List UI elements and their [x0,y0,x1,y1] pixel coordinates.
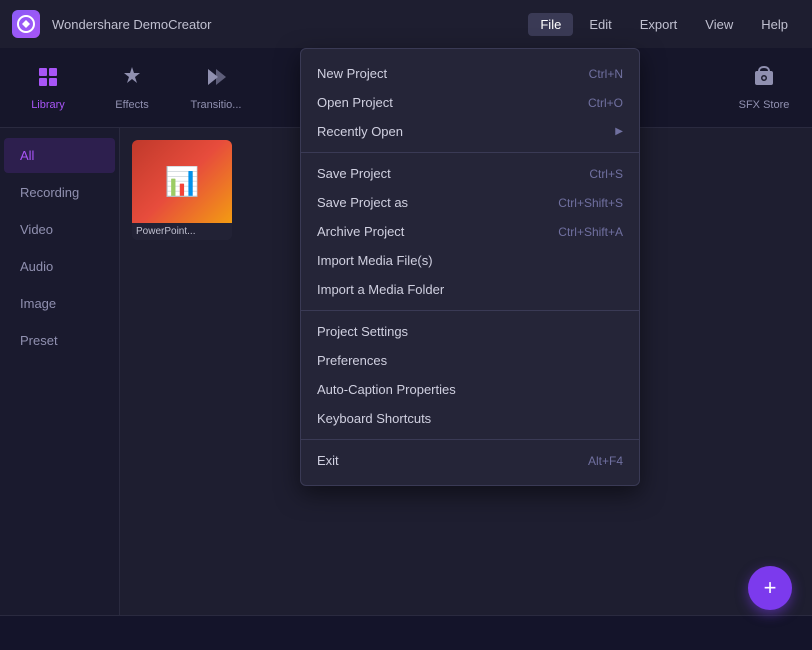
media-card[interactable]: 📊 PowerPoint... [132,140,232,240]
menu-exit-label: Exit [317,453,339,468]
media-icon: 📊 [165,165,200,198]
menu-new-project-label: New Project [317,66,387,81]
menu-open-project[interactable]: Open Project Ctrl+O [301,88,639,117]
library-icon [36,65,60,95]
app-logo [12,10,40,38]
menu-save-project[interactable]: Save Project Ctrl+S [301,159,639,188]
fab-icon: + [764,575,777,601]
toolbar-transitions-label: Transitio... [191,99,242,111]
sidebar-item-video[interactable]: Video [4,212,115,247]
menu-section-2: Save Project Ctrl+S Save Project as Ctrl… [301,152,639,308]
menu-archive-project-label: Archive Project [317,224,404,239]
sidebar-item-preset[interactable]: Preset [4,323,115,358]
menu-exit[interactable]: Exit Alt+F4 [301,446,639,475]
file-dropdown-menu: New Project Ctrl+N Open Project Ctrl+O R… [300,48,640,486]
menu-preferences[interactable]: Preferences [301,346,639,375]
menu-project-settings[interactable]: Project Settings [301,317,639,346]
menu-save-project-as-shortcut: Ctrl+Shift+S [558,196,623,210]
sidebar-item-image[interactable]: Image [4,286,115,321]
media-label: PowerPoint... [132,223,232,240]
menu-save-project-shortcut: Ctrl+S [589,167,623,181]
media-thumbnail: 📊 [132,140,232,223]
menu-export[interactable]: Export [628,13,690,36]
menu-open-project-label: Open Project [317,95,393,110]
menu-import-media-folder-label: Import a Media Folder [317,282,444,297]
menu-section-3: Project Settings Preferences Auto-Captio… [301,310,639,437]
effects-icon [120,65,144,95]
toolbar-library[interactable]: Library [8,53,88,123]
menu-save-project-label: Save Project [317,166,391,181]
menu-archive-project-shortcut: Ctrl+Shift+A [558,225,623,239]
menu-new-project-shortcut: Ctrl+N [589,67,623,81]
menu-new-project[interactable]: New Project Ctrl+N [301,59,639,88]
menu-exit-shortcut: Alt+F4 [588,454,623,468]
menu-import-media-folder[interactable]: Import a Media Folder [301,275,639,304]
toolbar-library-label: Library [31,99,65,111]
menu-auto-caption[interactable]: Auto-Caption Properties [301,375,639,404]
app-title: Wondershare DemoCreator [52,17,516,32]
toolbar-transitions[interactable]: Transitio... [176,53,256,123]
transitions-icon [204,65,228,95]
menu-bar: File Edit Export View Help [528,13,800,36]
menu-recently-open-label: Recently Open [317,124,403,139]
chevron-right-icon: ▶ [615,126,623,137]
menu-file[interactable]: File [528,13,573,36]
menu-save-project-as-label: Save Project as [317,195,408,210]
menu-save-project-as[interactable]: Save Project as Ctrl+Shift+S [301,188,639,217]
title-bar: Wondershare DemoCreator File Edit Export… [0,0,812,48]
menu-import-media-files-label: Import Media File(s) [317,253,433,268]
menu-edit[interactable]: Edit [577,13,623,36]
menu-auto-caption-label: Auto-Caption Properties [317,382,456,397]
toolbar-sfx-store-label: SFX Store [739,99,790,111]
sidebar-item-audio[interactable]: Audio [4,249,115,284]
menu-keyboard-shortcuts[interactable]: Keyboard Shortcuts [301,404,639,433]
menu-open-project-shortcut: Ctrl+O [588,96,623,110]
fab-button[interactable]: + [748,566,792,610]
menu-recently-open[interactable]: Recently Open ▶ [301,117,639,146]
menu-preferences-label: Preferences [317,353,387,368]
sidebar-item-recording[interactable]: Recording [4,175,115,210]
menu-section-1: New Project Ctrl+N Open Project Ctrl+O R… [301,55,639,150]
sfx-store-icon [752,65,776,95]
sidebar: All Recording Video Audio Image Preset [0,128,120,650]
sidebar-item-all[interactable]: All [4,138,115,173]
menu-archive-project[interactable]: Archive Project Ctrl+Shift+A [301,217,639,246]
menu-help[interactable]: Help [749,13,800,36]
toolbar-effects-label: Effects [115,99,148,111]
toolbar-effects[interactable]: Effects [92,53,172,123]
menu-view[interactable]: View [693,13,745,36]
menu-section-4: Exit Alt+F4 [301,439,639,479]
menu-import-media-files[interactable]: Import Media File(s) [301,246,639,275]
toolbar-sfx-store[interactable]: SFX Store [724,53,804,123]
timeline-bar [0,615,812,650]
menu-keyboard-shortcuts-label: Keyboard Shortcuts [317,411,431,426]
menu-project-settings-label: Project Settings [317,324,408,339]
